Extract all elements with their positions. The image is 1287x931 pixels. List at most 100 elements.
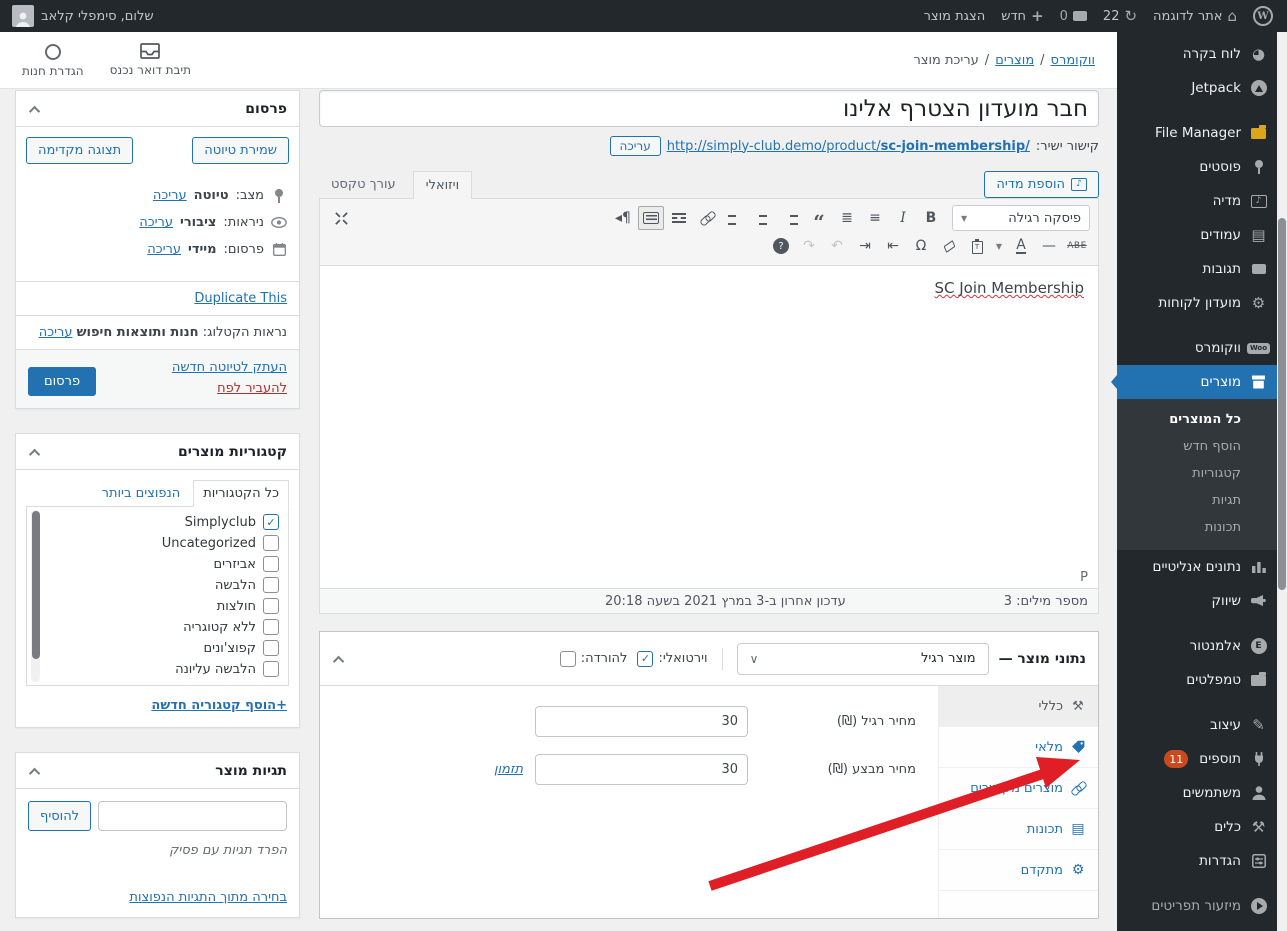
sidebar-item-elementor[interactable]: Eאלמנטור xyxy=(1117,629,1277,663)
categories-collapse-button[interactable] xyxy=(28,438,44,465)
path-element[interactable]: P xyxy=(1080,570,1088,585)
category-item[interactable]: הלבשה xyxy=(53,577,279,593)
tab-general[interactable]: ⚒כללי xyxy=(939,686,1098,727)
bullet-list-button[interactable]: ≡ xyxy=(862,206,888,230)
tab-advanced[interactable]: ⚙מתקדם xyxy=(939,850,1098,891)
virtual-checkbox[interactable]: ✓ xyxy=(637,651,653,667)
tab-most-used[interactable]: הנפוצים ביותר xyxy=(93,481,190,506)
bold-button[interactable]: B xyxy=(918,206,944,230)
categories-scrollbar-thumb[interactable] xyxy=(32,511,40,659)
category-checkbox[interactable] xyxy=(263,598,279,614)
breadcrumb-woocommerce-link[interactable]: ווקומרס xyxy=(1051,53,1095,68)
category-checkbox[interactable] xyxy=(263,640,279,656)
category-item[interactable]: קפוצ'ונים xyxy=(53,640,279,656)
updates-link[interactable]: ↻ 22 xyxy=(1095,0,1145,32)
tab-text-editor[interactable]: עורך טקסט xyxy=(319,171,408,198)
categories-panel-header[interactable]: קטגוריות מוצרים xyxy=(16,434,299,470)
tags-panel-header[interactable]: תגיות מוצר xyxy=(16,753,299,789)
new-content-menu[interactable]: + חדש xyxy=(993,0,1051,32)
schedule-link[interactable]: תזמון xyxy=(494,762,523,777)
add-media-button[interactable]: ♪ הוספת מדיה xyxy=(984,171,1099,198)
sidebar-item-posts[interactable]: פוסטים xyxy=(1117,150,1277,184)
paste-as-text-button[interactable]: T xyxy=(964,234,990,258)
permalink-url[interactable]: http://simply-club.demo/product/sc-join-… xyxy=(667,139,1030,154)
category-item[interactable]: ✓Simplyclub xyxy=(53,514,279,530)
inbox-button[interactable]: תיבת דואר נכנס xyxy=(110,43,191,78)
read-more-button[interactable] xyxy=(666,206,692,230)
category-checkbox[interactable]: ✓ xyxy=(263,514,279,530)
submenu-add-new[interactable]: הוסף חדש xyxy=(1117,433,1277,460)
sidebar-item-jetpack[interactable]: Jetpack xyxy=(1117,71,1277,105)
add-new-category-link[interactable]: +הוסף קטגוריה חדשה xyxy=(16,696,299,727)
toolbar-toggle-button[interactable] xyxy=(638,206,664,230)
product-title-input[interactable] xyxy=(319,90,1099,127)
category-item[interactable]: חולצות xyxy=(53,598,279,614)
breadcrumb-products-link[interactable]: מוצרים xyxy=(995,53,1034,68)
redo-button[interactable]: ↷ xyxy=(796,234,822,258)
undo-button[interactable]: ↶ xyxy=(824,234,850,258)
tab-visual-editor[interactable]: ויזואלי xyxy=(413,171,472,199)
move-to-trash-link[interactable]: להעביר לפח xyxy=(217,381,287,396)
comments-link[interactable]: 0 xyxy=(1052,0,1095,32)
clear-formatting-button[interactable] xyxy=(936,234,962,258)
fullscreen-button[interactable] xyxy=(328,206,354,230)
help-button[interactable]: ? xyxy=(768,234,794,258)
paragraph-style-dropdown[interactable]: פיסקה רגילה ▼ xyxy=(952,205,1090,231)
copy-to-draft-link[interactable]: העתק לטיוטה חדשה xyxy=(172,360,287,375)
wp-logo-menu[interactable]: W xyxy=(1245,0,1281,32)
italic-button[interactable]: I xyxy=(890,206,916,230)
blockquote-button[interactable]: “ xyxy=(806,206,832,230)
submenu-all-products[interactable]: כל המוצרים xyxy=(1117,406,1277,433)
sale-price-input[interactable] xyxy=(535,754,748,785)
align-left-button[interactable] xyxy=(778,206,804,230)
add-tag-button[interactable]: להוסיף xyxy=(28,801,91,831)
sidebar-item-analytics[interactable]: נתונים אנליטיים xyxy=(1117,550,1277,584)
duplicate-this-link[interactable]: Duplicate This xyxy=(194,291,287,306)
publish-panel-header[interactable]: פרסום xyxy=(16,91,299,127)
category-checkbox[interactable] xyxy=(263,661,279,677)
special-character-button[interactable]: Ω xyxy=(908,234,934,258)
account-menu[interactable]: שלום, סימפלי קלאב xyxy=(6,5,160,27)
sidebar-item-products[interactable]: מוצרים xyxy=(1117,365,1277,399)
edit-status-link[interactable]: עריכה xyxy=(153,188,187,203)
edit-permalink-button[interactable]: עריכה xyxy=(610,136,661,156)
tab-inventory[interactable]: מלאי xyxy=(939,727,1098,768)
category-item[interactable]: הלבשה עליונה xyxy=(53,661,279,677)
tab-attributes[interactable]: ▤תכונות xyxy=(939,809,1098,850)
numbered-list-button[interactable]: ≣ xyxy=(834,206,860,230)
scrollbar-thumb[interactable] xyxy=(1278,218,1286,590)
submenu-tags[interactable]: תגיות xyxy=(1117,487,1277,514)
publish-button[interactable]: פרסום xyxy=(28,367,96,396)
new-tag-input[interactable] xyxy=(98,801,287,831)
store-setup-button[interactable]: הגדרת חנות xyxy=(22,43,84,78)
editor-content-area[interactable]: SC Join Membership xyxy=(320,266,1098,566)
sidebar-item-media[interactable]: ♪מדיה xyxy=(1117,184,1277,218)
visit-site-link[interactable]: ⌂ אתר לדוגמה xyxy=(1145,0,1245,32)
edit-catalog-visibility-link[interactable]: עריכה xyxy=(39,325,73,340)
text-color-arrow[interactable]: ▼ xyxy=(992,234,1006,258)
sidebar-item-users[interactable]: משתמשים xyxy=(1117,776,1277,810)
horizontal-rule-button[interactable]: — xyxy=(1036,234,1062,258)
product-type-select[interactable]: מוצר רגיל ∨ xyxy=(737,643,989,675)
text-direction-button[interactable]: ¶◂ xyxy=(610,206,636,230)
save-draft-button[interactable]: שמירת טיוטה xyxy=(192,137,289,164)
outdent-button[interactable]: ⇤ xyxy=(880,234,906,258)
submenu-attributes[interactable]: תכונות xyxy=(1117,514,1277,541)
category-checkbox[interactable] xyxy=(263,556,279,572)
product-data-collapse-button[interactable] xyxy=(332,645,348,672)
category-item[interactable]: אביזרים xyxy=(53,556,279,572)
sidebar-item-pages[interactable]: ▤עמודים xyxy=(1117,218,1277,252)
view-product-link[interactable]: הצגת מוצר xyxy=(916,0,994,32)
sidebar-item-customer-club[interactable]: ⚙מועדון לקוחות xyxy=(1117,286,1277,320)
sidebar-item-file-manager[interactable]: File Manager xyxy=(1117,116,1277,150)
preview-button[interactable]: תצוגה מקדימה xyxy=(26,137,133,164)
regular-price-input[interactable] xyxy=(535,706,748,737)
tab-linked-products[interactable]: מוצרים מקושרים xyxy=(939,768,1098,809)
downloadable-checkbox[interactable] xyxy=(560,651,576,667)
sidebar-item-marketing[interactable]: שיווק xyxy=(1117,584,1277,618)
align-center-button[interactable] xyxy=(750,206,776,230)
edit-publish-date-link[interactable]: עריכה xyxy=(147,242,181,257)
tags-collapse-button[interactable] xyxy=(28,757,44,784)
category-item[interactable]: Uncategorized xyxy=(53,535,279,551)
category-checkbox[interactable] xyxy=(263,535,279,551)
